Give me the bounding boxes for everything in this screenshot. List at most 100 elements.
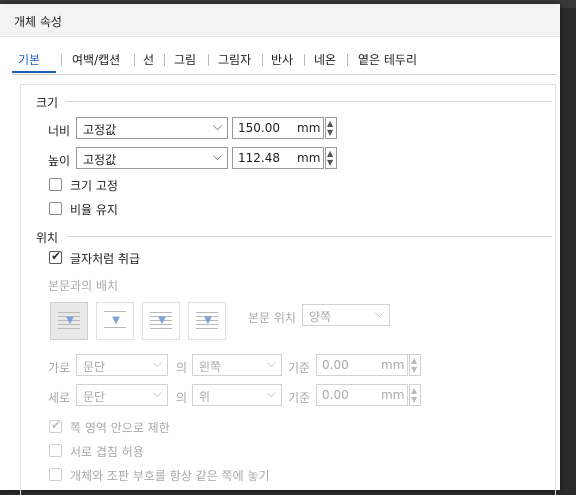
spin-down-icon[interactable]: ▼ [327, 159, 333, 167]
horizontal-ref-value: 문단 [83, 360, 106, 374]
allow-overlap-label: 서로 겹침 허용 [70, 445, 144, 459]
height-mode-select[interactable]: 고정값 ⌵ [76, 147, 228, 169]
wrap-top-bottom-button[interactable]: ▼ [96, 302, 134, 340]
base-label: 기준 [288, 361, 311, 375]
horizontal-align-value: 왼쪽 [199, 360, 222, 374]
tab-picture[interactable]: 그림 [174, 51, 196, 68]
size-section-title: 크기 [36, 96, 59, 110]
chevron-down-icon: ⌵ [152, 386, 162, 400]
tab-separator [304, 54, 305, 66]
spin-down-icon[interactable]: ▼ [327, 129, 333, 137]
tab-separator [164, 54, 165, 66]
keep-ratio-label: 비율 유지 [70, 203, 118, 217]
dialog-title: 개체 속성 [14, 15, 62, 29]
horizontal-offset-unit: mm [381, 358, 405, 372]
width-mode-value: 고정값 [83, 123, 117, 137]
height-value: 112.48 [238, 151, 280, 165]
vertical-offset-unit: mm [381, 388, 405, 402]
spin-up-icon[interactable]: ▲ [411, 387, 417, 395]
width-value-input[interactable]: 150.00 mm ▲ ▼ [232, 117, 337, 139]
chevron-down-icon: ⌵ [266, 356, 276, 370]
limit-in-page-label: 쪽 영역 안으로 제한 [70, 421, 170, 435]
tab-separator [208, 54, 209, 66]
of-label: 의 [176, 391, 188, 405]
tab-separator [61, 54, 62, 66]
height-spinner[interactable]: ▲ ▼ [325, 147, 337, 169]
active-tab-indicator [12, 71, 56, 73]
wrap-in-front-button[interactable]: ▼ [188, 302, 226, 340]
spin-up-icon[interactable]: ▲ [411, 357, 417, 365]
tab-neon[interactable]: 네온 [314, 51, 336, 68]
position-section-title: 위치 [36, 231, 59, 245]
of-label: 의 [176, 361, 188, 375]
tab-separator [262, 54, 263, 66]
wrap-square-button[interactable]: ▼ [50, 302, 88, 340]
butterfly-icon: ▼ [158, 315, 166, 326]
chevron-down-icon: ⌵ [152, 356, 162, 370]
chevron-down-icon: ⌵ [212, 149, 222, 163]
same-page-label: 개체와 조판 부호를 항상 같은 쪽에 놓기 [70, 469, 270, 483]
tab-bar: 기본 여백/캡션 선 그림 그림자 반사 네온 옅은 테두리 [12, 48, 556, 75]
check-icon: ✔ [51, 418, 62, 432]
horizontal-ref-select[interactable]: 문단 ⌵ [76, 354, 168, 376]
tab-separator [347, 54, 348, 66]
spin-down-icon[interactable]: ▼ [411, 366, 417, 374]
butterfly-icon: ▼ [66, 315, 74, 326]
horizontal-align-select[interactable]: 왼쪽 ⌵ [192, 354, 282, 376]
title-bar: 개체 속성 [0, 4, 560, 37]
same-page-checkbox[interactable] [49, 468, 62, 481]
tab-margin-caption[interactable]: 여백/캡션 [72, 51, 120, 68]
check-icon: ✔ [51, 249, 62, 263]
vertical-offset-value: 0.00 [322, 388, 349, 402]
allow-overlap-checkbox[interactable] [49, 444, 62, 457]
object-properties-dialog: 개체 속성 기본 여백/캡션 선 그림 그림자 반사 네온 옅은 테두리 [0, 4, 560, 495]
butterfly-icon: ▼ [112, 315, 120, 326]
horizontal-offset-input[interactable]: 0.00 mm ▲ ▼ [316, 354, 421, 376]
height-value-input[interactable]: 112.48 mm ▲ ▼ [232, 147, 337, 169]
body-position-select[interactable]: 양쪽 ⌵ [302, 304, 390, 326]
vertical-label: 세로 [48, 391, 71, 405]
wrap-lines [104, 327, 126, 331]
horizontal-label: 가로 [48, 361, 71, 375]
tab-basic[interactable]: 기본 [18, 51, 40, 68]
section-divider [66, 101, 552, 102]
base-label: 기준 [288, 391, 311, 405]
chevron-down-icon: ⌵ [266, 386, 276, 400]
spin-up-icon[interactable]: ▲ [327, 150, 333, 158]
vertical-ref-select[interactable]: 문단 ⌵ [76, 384, 168, 406]
limit-in-page-checkbox[interactable]: ✔ [49, 418, 62, 433]
width-spinner[interactable]: ▲ ▼ [325, 117, 337, 139]
horizontal-offset-spinner[interactable]: ▲ ▼ [409, 354, 421, 376]
tab-soft-edge[interactable]: 옅은 테두리 [358, 51, 417, 68]
spin-down-icon[interactable]: ▼ [411, 396, 417, 404]
chevron-down-icon: ⌵ [212, 119, 222, 133]
vertical-offset-input[interactable]: 0.00 mm ▲ ▼ [316, 384, 421, 406]
width-unit: mm [297, 121, 321, 135]
vertical-ref-value: 문단 [83, 390, 106, 404]
butterfly-icon: ▼ [204, 315, 212, 326]
width-mode-select[interactable]: 고정값 ⌵ [76, 117, 228, 139]
lock-size-checkbox[interactable] [49, 178, 62, 191]
keep-ratio-checkbox[interactable] [49, 202, 62, 215]
tab-reflection[interactable]: 반사 [271, 51, 293, 68]
horizontal-offset-value: 0.00 [322, 358, 349, 372]
chevron-down-icon: ⌵ [374, 306, 384, 320]
height-label: 높이 [48, 154, 71, 168]
tab-shadow[interactable]: 그림자 [218, 51, 251, 68]
body-position-label: 본문 위치 [248, 311, 296, 325]
lock-size-label: 크기 고정 [70, 179, 118, 193]
vertical-align-select[interactable]: 위 ⌵ [192, 384, 282, 406]
height-mode-value: 고정값 [83, 153, 117, 167]
section-divider [66, 236, 552, 237]
wrap-behind-text-button[interactable]: ▼ [142, 302, 180, 340]
width-label: 너비 [48, 124, 71, 138]
vertical-offset-spinner[interactable]: ▲ ▼ [409, 384, 421, 406]
treat-as-char-checkbox[interactable]: ✔ [49, 249, 62, 264]
treat-as-char-label: 글자처럼 취급 [70, 252, 141, 266]
height-unit: mm [297, 151, 321, 165]
tab-line[interactable]: 선 [143, 51, 154, 68]
vertical-align-value: 위 [199, 390, 211, 404]
width-value: 150.00 [238, 121, 280, 135]
wrap-label: 본문과의 배치 [48, 279, 119, 293]
spin-up-icon[interactable]: ▲ [327, 120, 333, 128]
